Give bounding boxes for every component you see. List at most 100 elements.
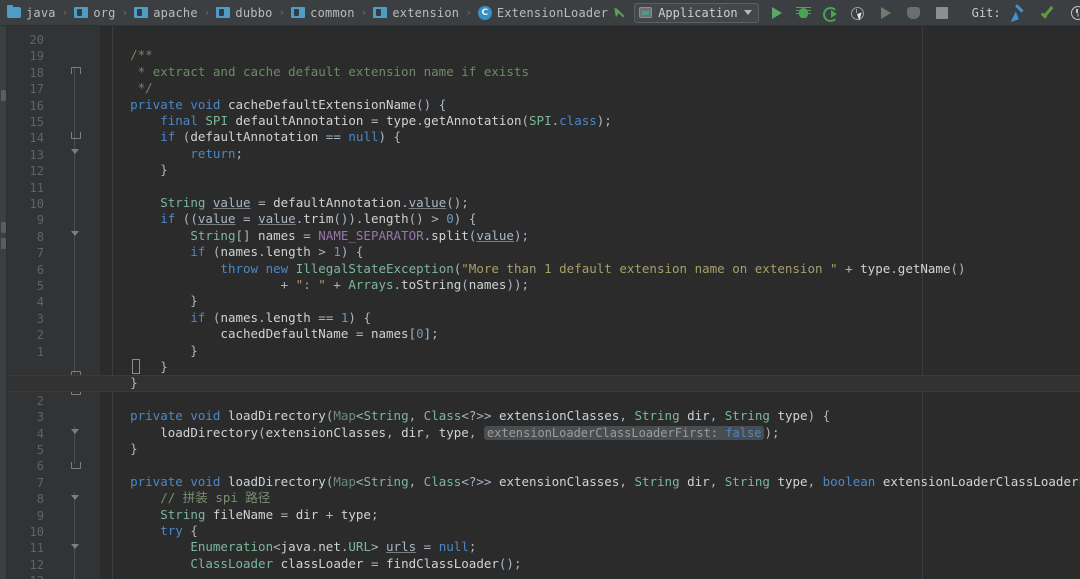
tool-window-nub[interactable] [1, 238, 6, 249]
code-line: } [100, 342, 198, 358]
inline-parameter-hint: extensionLoaderClassLoaderFirst: false [483, 425, 765, 440]
git-label: Git: [971, 5, 1001, 20]
checkmark-icon [1041, 5, 1056, 20]
code-line: String fileName = dir + type; [160, 506, 379, 522]
chevron-down-icon [743, 10, 752, 15]
gutter-line-number: 8 [36, 229, 44, 244]
tool-window-nub[interactable] [1, 222, 6, 233]
attach-debugger-button[interactable] [904, 2, 924, 24]
code-text-area[interactable]: /** * extract and cache default extensio… [7, 26, 1080, 579]
breadcrumb-item-apache[interactable]: apache [131, 0, 201, 26]
gutter-line-number: 12 [29, 557, 44, 572]
package-folder-icon [373, 7, 388, 18]
git-update-button[interactable] [1009, 2, 1030, 24]
stop-button[interactable] [932, 2, 952, 24]
gutter-line-number: 15 [29, 115, 44, 129]
right-margin-guide [922, 26, 923, 579]
git-commit-button[interactable] [1038, 2, 1059, 24]
rerun-button[interactable] [876, 2, 896, 24]
code-line: String value = defaultAnnotation.value()… [160, 195, 469, 210]
code-line: String[] names = NAME_SEPARATOR.split(va… [190, 227, 530, 243]
breadcrumb-label: ExtensionLoader [496, 5, 609, 20]
breadcrumb-separator: › [465, 6, 472, 19]
fold-marker-collapse[interactable] [70, 541, 80, 551]
package-folder-icon [74, 7, 89, 18]
gutter-line-number: 10 [29, 197, 44, 211]
gutter-line-number: 2 [36, 393, 44, 408]
fold-marker-close[interactable] [70, 130, 81, 140]
package-folder-icon [134, 7, 149, 18]
gutter-line-number: 6 [36, 262, 44, 277]
breadcrumb-separator: › [61, 6, 69, 19]
bug-icon [795, 6, 811, 20]
text-caret [132, 359, 140, 374]
code-line: } [100, 293, 198, 309]
breadcrumb-label: apache [153, 5, 198, 20]
code-line: private void loadDirectory(Map<String, C… [130, 473, 1080, 489]
breadcrumb-label: java [26, 5, 56, 20]
left-tool-window-strip[interactable] [0, 26, 7, 579]
breadcrumb-item-extensionloader[interactable]: C ExtensionLoader [475, 0, 611, 26]
gutter-line-number: 9 [36, 213, 44, 228]
profiler-clock-icon [850, 6, 865, 21]
gutter-line-number: 3 [36, 311, 44, 326]
arrow-back-icon [614, 5, 629, 20]
breadcrumb-label: common [310, 5, 355, 20]
breadcrumb-item-org[interactable]: org [71, 0, 118, 26]
fold-marker-collapse[interactable] [70, 146, 80, 156]
breadcrumb-separator: › [203, 6, 211, 19]
fold-marker-collapse[interactable] [70, 228, 80, 238]
breadcrumb-item-java[interactable]: java [4, 0, 59, 26]
breadcrumb-separator: › [360, 6, 368, 19]
breadcrumb-item-extension[interactable]: extension [370, 0, 462, 26]
breadcrumb-separator: › [278, 6, 286, 19]
gutter-line-number: 11 [29, 541, 44, 556]
package-folder-icon [216, 7, 231, 18]
fold-marker-close[interactable] [70, 460, 81, 470]
editor-gutter[interactable]: 2019181716151413121110987654321123456789… [7, 26, 100, 579]
gutter-line-number: 7 [36, 246, 44, 261]
fold-region-line [74, 68, 75, 374]
gutter-line-number: 17 [29, 82, 44, 97]
code-line: /** [130, 47, 153, 63]
gutter-line-number: 4 [36, 426, 44, 441]
gutter-line-number: 16 [29, 98, 44, 113]
debug-button[interactable] [793, 2, 814, 24]
code-line: if ((value = value.trim()).length() > 0)… [160, 211, 477, 227]
gutter-line-number: 5 [36, 443, 44, 457]
gutter-line-number: 1 [36, 344, 44, 359]
code-line: throw new IllegalStateException("More th… [220, 260, 966, 276]
code-editor[interactable]: 2019181716151413121110987654321123456789… [7, 26, 1080, 579]
breadcrumb-item-dubbo[interactable]: dubbo [213, 0, 275, 26]
fold-marker-collapse[interactable] [70, 426, 80, 436]
run-configuration-selector[interactable]: Application [634, 2, 759, 23]
code-line: ClassLoader classLoader = findClassLoade… [190, 555, 522, 571]
code-line: final SPI defaultAnnotation = type.getAn… [160, 113, 612, 128]
fold-marker-collapse[interactable] [70, 492, 80, 502]
clock-icon [1070, 5, 1080, 20]
gutter-line-number: 14 [29, 131, 44, 146]
code-line: + ": " + Arrays.toString(names)); [100, 277, 530, 292]
git-history-button[interactable] [1067, 2, 1080, 24]
update-arrow-icon [1012, 5, 1027, 20]
profile-button[interactable] [847, 2, 868, 24]
breadcrumb: java › org › apache › dubbo › common › e… [0, 0, 611, 26]
mouse-cursor-icon [856, 11, 864, 21]
breadcrumb-item-common[interactable]: common [288, 0, 358, 26]
run-button[interactable] [767, 2, 787, 24]
tool-window-nub[interactable] [1, 90, 6, 101]
stop-square-icon [935, 6, 948, 19]
run-with-coverage-button[interactable] [820, 2, 841, 24]
navigate-back-button[interactable] [611, 2, 632, 24]
gutter-line-number: 11 [29, 180, 44, 195]
code-folding-column[interactable] [67, 26, 83, 579]
coverage-icon [822, 6, 838, 22]
fold-marker-open[interactable] [70, 65, 81, 75]
current-line-highlight [7, 375, 1080, 392]
play-dim-icon [880, 6, 891, 19]
gutter-line-number: 12 [29, 164, 44, 179]
breadcrumb-label: org [93, 5, 116, 20]
code-line: return; [190, 145, 243, 161]
code-line: private void cacheDefaultExtensionName()… [130, 96, 447, 112]
attach-icon [907, 6, 921, 19]
